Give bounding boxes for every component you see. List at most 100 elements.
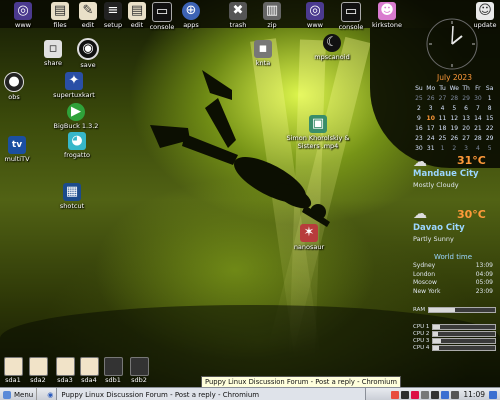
- icon-label: shotcut: [59, 202, 85, 210]
- ram-bar-fill: [429, 308, 456, 312]
- drive-sda3[interactable]: sda3: [52, 357, 78, 384]
- calendar-day[interactable]: 25: [437, 134, 449, 144]
- calendar-day[interactable]: 28: [448, 94, 460, 104]
- mpscanoid-icon[interactable]: ☾ mpscanoid: [292, 34, 372, 61]
- multitv-icon[interactable]: tv multiTV: [0, 136, 40, 163]
- cpu-meter: CPU 1: [413, 324, 496, 330]
- icon-label: zip: [267, 21, 277, 29]
- tray-icon[interactable]: [391, 390, 400, 399]
- taskbar-window-button[interactable]: Puppy Linux Discussion Forum - Post a re…: [56, 387, 367, 400]
- calendar-day[interactable]: 8: [484, 104, 496, 114]
- play-icon: ▶: [67, 103, 85, 121]
- city-name: London: [413, 270, 435, 278]
- calendar-week: 9 10 11 12 13 14 15: [413, 114, 496, 124]
- calendar-day[interactable]: 26: [425, 94, 437, 104]
- calendar-day[interactable]: 20: [460, 124, 472, 134]
- calendar-day[interactable]: 4: [437, 104, 449, 114]
- calendar-day[interactable]: 12: [448, 114, 460, 124]
- calendar-day[interactable]: 10: [425, 114, 437, 124]
- tray-icon[interactable]: [411, 390, 420, 399]
- icon-label: supertuxkart: [53, 91, 95, 99]
- calendar-day[interactable]: 11: [437, 114, 449, 124]
- calendar-weekdays: Su Mo Tu We Th Fr Sa: [413, 84, 496, 94]
- drive-label: sda2: [30, 376, 46, 384]
- cpu-label: CPU 3: [413, 338, 430, 344]
- icon-label: obs: [8, 93, 20, 101]
- calendar-day[interactable]: 29: [460, 94, 472, 104]
- video-icon: ▣: [309, 115, 327, 133]
- system-monitor: RAM CPU 1 CPU 2 CPU 3 CPU 4: [413, 307, 496, 351]
- cpu-bar: [432, 324, 496, 330]
- drive-sdb1[interactable]: sdb1: [100, 357, 126, 384]
- video-editor-icon: ▦: [63, 183, 81, 201]
- calendar-day[interactable]: 17: [425, 124, 437, 134]
- drive-label: sdb2: [131, 376, 147, 384]
- calendar-day[interactable]: 25: [413, 94, 425, 104]
- knta-icon[interactable]: ▪ knta: [240, 40, 286, 67]
- drive-sda2[interactable]: sda2: [25, 357, 51, 384]
- menu-button[interactable]: Menu: [0, 388, 38, 400]
- share-folder-icon: ▫: [44, 40, 62, 58]
- frogatto-icon[interactable]: ◕ frogatto: [54, 132, 100, 159]
- calendar-day[interactable]: 16: [413, 124, 425, 134]
- weather-condition: Partly Sunny: [413, 235, 454, 243]
- save-icon[interactable]: ◉ save: [65, 38, 111, 69]
- battery-icon[interactable]: [451, 390, 460, 399]
- city-time: 13:09: [475, 262, 493, 269]
- calendar-day[interactable]: 28: [472, 134, 484, 144]
- calendar-day[interactable]: 6: [460, 104, 472, 114]
- calendar-day[interactable]: 15: [484, 114, 496, 124]
- calendar-day[interactable]: 26: [448, 134, 460, 144]
- city-time: 05:09: [475, 279, 493, 286]
- calendar-day[interactable]: 7: [472, 104, 484, 114]
- apps-icon[interactable]: ⊕ apps: [168, 2, 214, 29]
- tray-icon[interactable]: [401, 390, 410, 399]
- calendar-day[interactable]: 22: [484, 124, 496, 134]
- calendar-day[interactable]: 27: [460, 134, 472, 144]
- show-desktop-icon[interactable]: [489, 390, 497, 399]
- obs-icon[interactable]: ● obs: [0, 72, 37, 101]
- video-file-icon[interactable]: ▣ Simon Khorolskiy & Sisters .mp4: [280, 115, 356, 150]
- shotcut-icon[interactable]: ▦ shotcut: [49, 183, 95, 210]
- calendar-day[interactable]: 9: [413, 114, 425, 124]
- bluetooth-icon[interactable]: [441, 390, 450, 399]
- calendar-day[interactable]: 19: [448, 124, 460, 134]
- bigbuck-icon[interactable]: ▶ BigBuck 1.3.2: [36, 103, 116, 130]
- drive-sda4[interactable]: sda4: [76, 357, 102, 384]
- supertuxkart-icon[interactable]: ✦ supertuxkart: [34, 72, 114, 99]
- calendar-day[interactable]: 21: [472, 124, 484, 134]
- cpu-bar-fill: [433, 346, 439, 350]
- calendar-day[interactable]: 3: [425, 104, 437, 114]
- calendar-day[interactable]: 23: [413, 134, 425, 144]
- calendar-day[interactable]: 29: [484, 134, 496, 144]
- taskbar-clock[interactable]: 11:09: [463, 390, 485, 399]
- volume-icon[interactable]: [421, 390, 430, 399]
- cpu-meters: CPU 1 CPU 2 CPU 3 CPU 4: [413, 324, 496, 351]
- nanosaur-icon[interactable]: ✶ nanosaur: [286, 224, 332, 251]
- network-icon[interactable]: [431, 390, 440, 399]
- moon-icon: ☾: [323, 34, 341, 52]
- calendar-day[interactable]: 1: [484, 94, 496, 104]
- calendar-day[interactable]: 2: [413, 104, 425, 114]
- icon-label: Simon Khorolskiy & Sisters .mp4: [286, 134, 350, 150]
- calendar-day[interactable]: 18: [437, 124, 449, 134]
- drive-sdb2[interactable]: sdb2: [126, 357, 152, 384]
- zip-icon[interactable]: ▥ zip: [249, 2, 295, 29]
- calendar-day[interactable]: 27: [437, 94, 449, 104]
- world-time-row: Sydney 13:09: [413, 262, 493, 271]
- calendar-day[interactable]: 30: [472, 94, 484, 104]
- calendar-month: July 2023: [437, 73, 472, 82]
- kirkstone-icon[interactable]: ☻ kirkstone: [364, 2, 410, 29]
- city-time: 23:09: [475, 287, 493, 295]
- calendar-day[interactable]: 24: [425, 134, 437, 144]
- cpu-bar-fill: [433, 325, 440, 329]
- calendar-day[interactable]: 13: [460, 114, 472, 124]
- calendar-day[interactable]: 5: [448, 104, 460, 114]
- ram-bar: [428, 307, 496, 313]
- icon-label: mpscanoid: [314, 53, 350, 61]
- weekday: We: [449, 85, 459, 92]
- menu-label: Menu: [14, 390, 34, 399]
- cpu-bar: [432, 345, 496, 351]
- calendar-day[interactable]: 14: [472, 114, 484, 124]
- drive-sda1[interactable]: sda1: [0, 357, 26, 384]
